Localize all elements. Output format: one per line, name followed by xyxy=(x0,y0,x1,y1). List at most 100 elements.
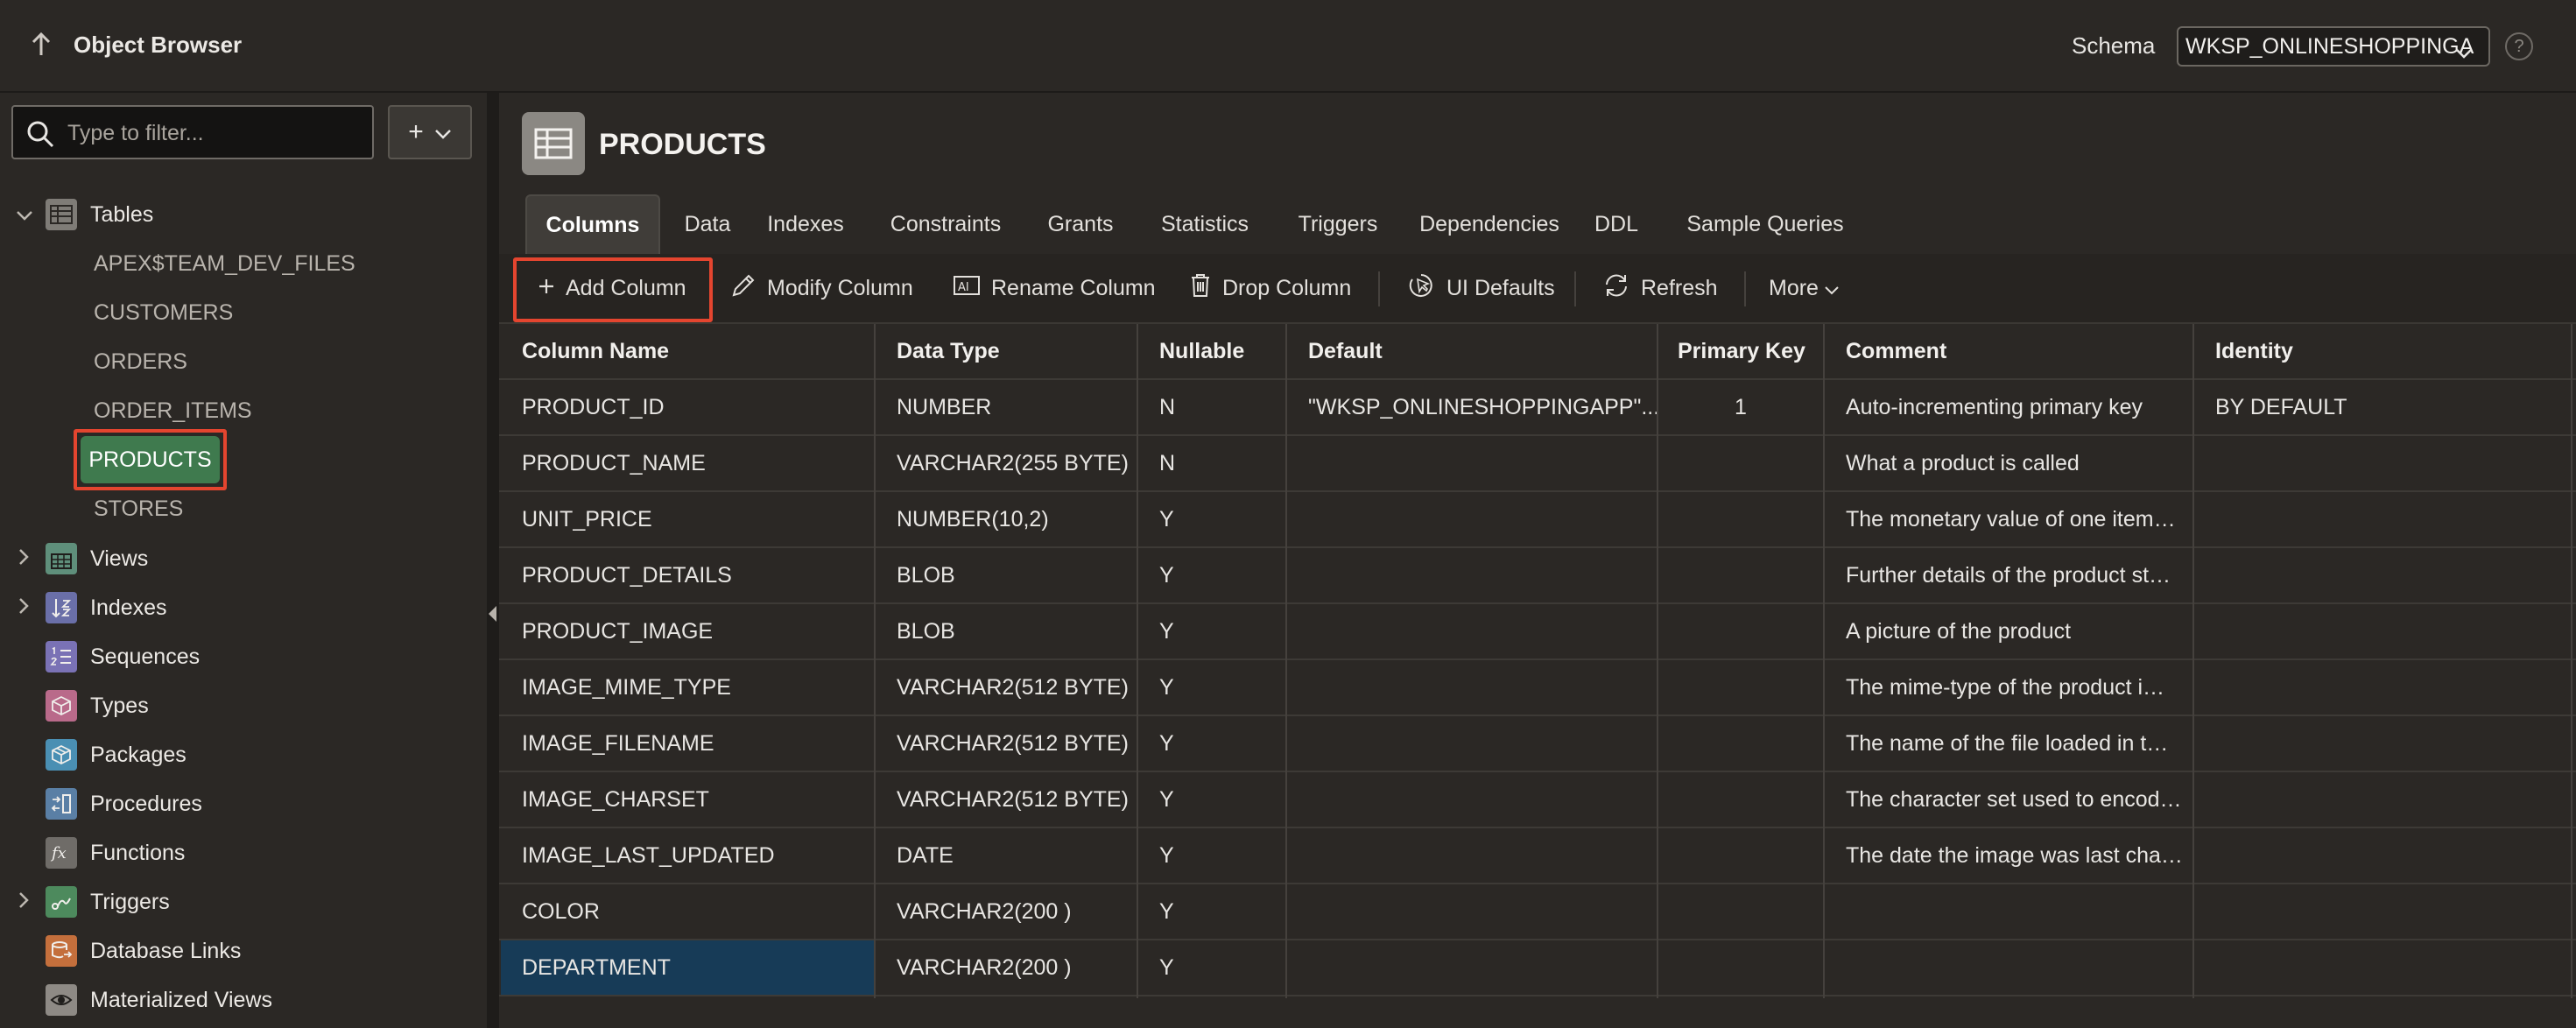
column-header-primary-key[interactable]: Primary Key xyxy=(1658,324,1823,378)
cell-comment[interactable]: What a product is called xyxy=(1825,436,2192,490)
chevron-right-icon[interactable] xyxy=(18,595,30,621)
modify-column-button[interactable]: Modify Column xyxy=(730,254,913,322)
table-item-orders[interactable]: ORDERS xyxy=(94,349,187,375)
tab-constraints[interactable]: Constraints xyxy=(876,194,1016,254)
cell-comment[interactable]: Auto-incrementing primary key xyxy=(1825,380,2192,434)
cell-nullable[interactable]: Y xyxy=(1138,716,1285,771)
tree-node-triggers[interactable]: Triggers xyxy=(0,879,487,925)
cell-column-name[interactable]: DEPARTMENT xyxy=(501,940,874,995)
column-header-comment[interactable]: Comment xyxy=(1825,324,2192,378)
table-item-order-items[interactable]: ORDER_ITEMS xyxy=(94,398,252,424)
cell-identity[interactable] xyxy=(2194,660,2571,715)
drop-column-button[interactable]: Drop Column xyxy=(1189,254,1351,322)
tree-node-packages[interactable]: Packages xyxy=(0,732,487,778)
cell-identity[interactable] xyxy=(2194,436,2571,490)
cell-comment[interactable]: Further details of the product st… xyxy=(1825,548,2192,602)
cell-primary-key[interactable] xyxy=(1658,548,1823,602)
cell-column-name[interactable]: PRODUCT_DETAILS xyxy=(501,548,874,602)
cell-default[interactable] xyxy=(1287,716,1657,771)
cell-nullable[interactable]: Y xyxy=(1138,940,1285,995)
cell-default[interactable] xyxy=(1287,940,1657,995)
cell-data-type[interactable]: BLOB xyxy=(876,548,1137,602)
cell-nullable[interactable]: Y xyxy=(1138,604,1285,658)
cell-comment[interactable]: The monetary value of one item… xyxy=(1825,492,2192,546)
tab-triggers[interactable]: Triggers xyxy=(1285,194,1390,254)
cell-comment[interactable]: The mime-type of the product i… xyxy=(1825,660,2192,715)
table-item-products[interactable]: PRODUCTS xyxy=(81,436,220,483)
column-header-data-type[interactable]: Data Type xyxy=(876,324,1137,378)
tab-grants[interactable]: Grants xyxy=(1037,194,1124,254)
cell-column-name[interactable]: PRODUCT_ID xyxy=(501,380,874,434)
schema-select[interactable]: WKSP_ONLINESHOPPINGA xyxy=(2177,26,2490,67)
cell-data-type[interactable]: VARCHAR2(512 BYTE) xyxy=(876,660,1137,715)
cell-column-name[interactable]: IMAGE_CHARSET xyxy=(501,772,874,827)
collapse-sidebar-icon[interactable] xyxy=(489,606,496,622)
cell-identity[interactable] xyxy=(2194,884,2571,939)
cell-identity[interactable] xyxy=(2194,828,2571,883)
cell-identity[interactable] xyxy=(2194,772,2571,827)
cell-nullable[interactable]: N xyxy=(1138,380,1285,434)
tab-data[interactable]: Data xyxy=(672,194,743,254)
cell-column-name[interactable]: IMAGE_FILENAME xyxy=(501,716,874,771)
chevron-right-icon[interactable] xyxy=(18,890,30,915)
cell-data-type[interactable]: DATE xyxy=(876,828,1137,883)
cell-primary-key[interactable] xyxy=(1658,828,1823,883)
cell-default[interactable] xyxy=(1287,548,1657,602)
cell-identity[interactable]: BY DEFAULT xyxy=(2194,380,2571,434)
tab-dependencies[interactable]: Dependencies xyxy=(1411,194,1567,254)
cell-primary-key[interactable] xyxy=(1658,436,1823,490)
cell-identity[interactable] xyxy=(2194,940,2571,995)
tab-indexes[interactable]: Indexes xyxy=(757,194,855,254)
cell-comment[interactable] xyxy=(1825,884,2192,939)
chevron-down-icon[interactable] xyxy=(16,202,33,228)
cell-default[interactable] xyxy=(1287,660,1657,715)
cell-identity[interactable] xyxy=(2194,604,2571,658)
cell-data-type[interactable]: VARCHAR2(200 ) xyxy=(876,884,1137,939)
tab-statistics[interactable]: Statistics xyxy=(1145,194,1264,254)
tree-node-types[interactable]: Types xyxy=(0,683,487,729)
cell-default[interactable] xyxy=(1287,436,1657,490)
column-header-column-name[interactable]: Column Name xyxy=(501,324,874,378)
cell-default[interactable] xyxy=(1287,828,1657,883)
table-item-stores[interactable]: STORES xyxy=(94,496,183,522)
cell-data-type[interactable]: NUMBER(10,2) xyxy=(876,492,1137,546)
tree-node-views[interactable]: Views xyxy=(0,536,487,581)
cell-nullable[interactable]: Y xyxy=(1138,884,1285,939)
cell-nullable[interactable]: Y xyxy=(1138,492,1285,546)
ui-defaults-button[interactable]: UI Defaults xyxy=(1406,254,1555,322)
filter-field[interactable] xyxy=(11,105,374,159)
cell-identity[interactable] xyxy=(2194,492,2571,546)
cell-primary-key[interactable] xyxy=(1658,884,1823,939)
cell-nullable[interactable]: Y xyxy=(1138,828,1285,883)
cell-data-type[interactable]: VARCHAR2(512 BYTE) xyxy=(876,772,1137,827)
cell-comment[interactable]: The date the image was last cha… xyxy=(1825,828,2192,883)
cell-nullable[interactable]: Y xyxy=(1138,660,1285,715)
tree-node-materialized-views[interactable]: Materialized Views xyxy=(0,977,487,1023)
refresh-button[interactable]: Refresh xyxy=(1602,254,1718,322)
cell-data-type[interactable]: VARCHAR2(255 BYTE) xyxy=(876,436,1137,490)
cell-comment[interactable]: A picture of the product xyxy=(1825,604,2192,658)
filter-input[interactable] xyxy=(66,114,367,152)
tree-node-procedures[interactable]: Procedures xyxy=(0,781,487,827)
tree-node-sequences[interactable]: Sequences xyxy=(0,634,487,679)
cell-data-type[interactable]: BLOB xyxy=(876,604,1137,658)
cell-primary-key[interactable] xyxy=(1658,492,1823,546)
cell-column-name[interactable]: IMAGE_LAST_UPDATED xyxy=(501,828,874,883)
tree-node-tables[interactable]: Tables xyxy=(0,192,487,237)
cell-nullable[interactable]: Y xyxy=(1138,772,1285,827)
cell-column-name[interactable]: PRODUCT_NAME xyxy=(501,436,874,490)
column-header-default[interactable]: Default xyxy=(1287,324,1657,378)
cell-identity[interactable] xyxy=(2194,548,2571,602)
cell-comment[interactable]: The name of the file loaded in t… xyxy=(1825,716,2192,771)
cell-nullable[interactable]: Y xyxy=(1138,548,1285,602)
cell-column-name[interactable]: IMAGE_MIME_TYPE xyxy=(501,660,874,715)
tree-node-database-links[interactable]: Database Links xyxy=(0,928,487,974)
column-header-identity[interactable]: Identity xyxy=(2194,324,2571,378)
back-arrow-icon[interactable] xyxy=(30,32,53,58)
more-menu-button[interactable]: More xyxy=(1769,254,1840,322)
cell-column-name[interactable]: COLOR xyxy=(501,884,874,939)
cell-primary-key[interactable]: 1 xyxy=(1658,380,1823,434)
cell-nullable[interactable]: N xyxy=(1138,436,1285,490)
cell-comment[interactable]: The character set used to encod… xyxy=(1825,772,2192,827)
tab-ddl[interactable]: DDL xyxy=(1588,194,1644,254)
